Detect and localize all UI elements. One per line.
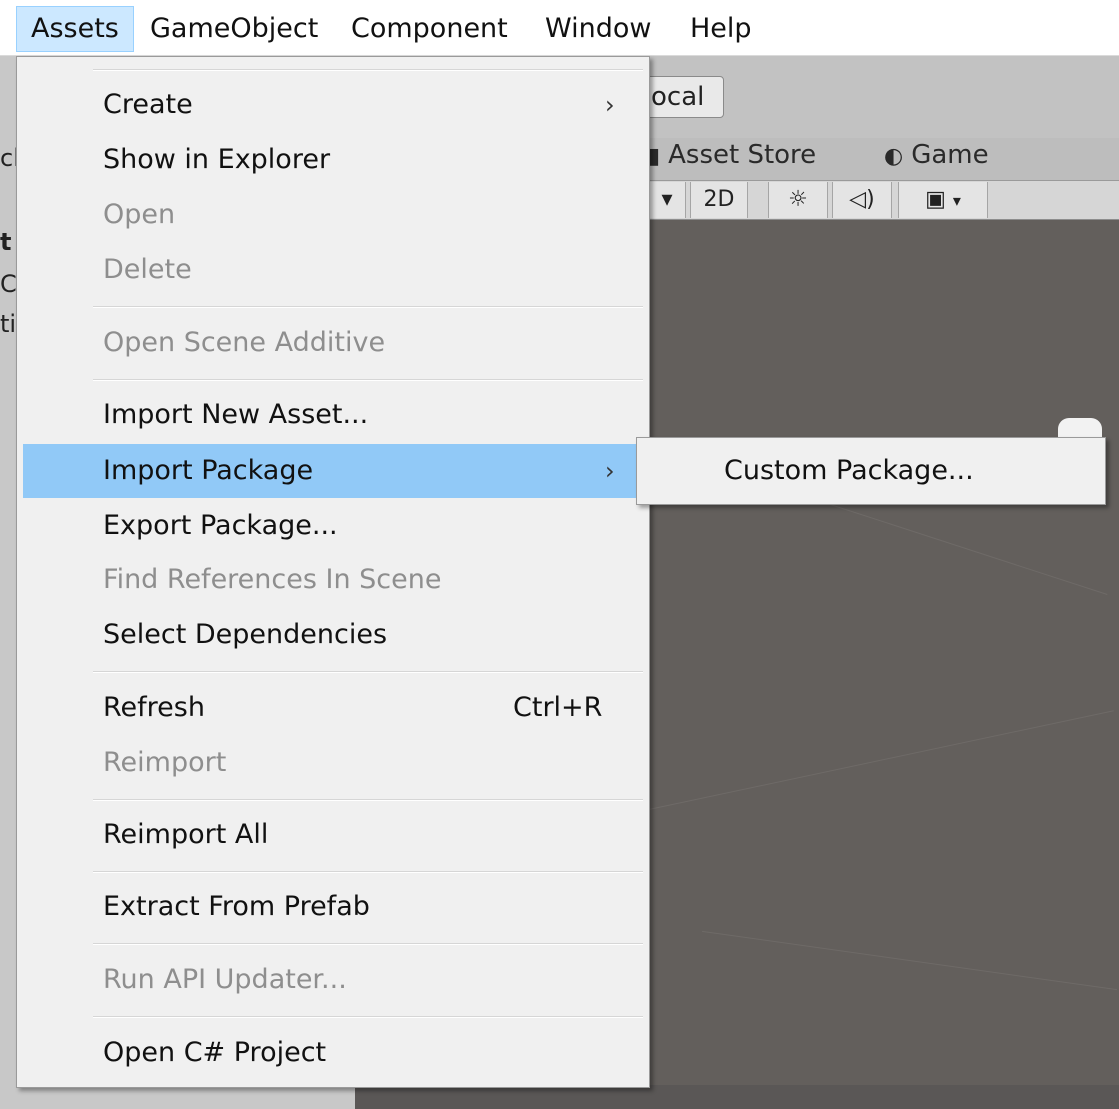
audio-toggle-button[interactable]: ◁) [832,182,892,218]
menu-item-open-csharp-project[interactable]: Open C# Project [23,1026,643,1080]
chevron-down-icon: ▾ [661,187,673,212]
menu-separator [93,943,643,945]
scene-bottom-edge [355,1085,1119,1109]
import-package-submenu: Custom Package... [636,437,1106,505]
menu-item-label: Reimport [103,747,227,778]
menu-separator [93,379,643,381]
menu-item-label: Reimport All [103,819,269,850]
menu-item-label: Export Package... [103,510,338,541]
menu-item-label: Extract From Prefab [103,891,370,922]
menu-separator [93,306,643,308]
left-panel-fragment: ti [0,310,17,338]
menu-item-reimport-all[interactable]: Reimport All [23,808,643,862]
shading-dropdown-button[interactable]: ▾ [648,182,686,218]
menu-separator [93,671,643,673]
menu-window[interactable]: Window [545,6,651,52]
menu-item-run-api-updater: Run API Updater... [23,953,643,1007]
menu-item-label: Import Package [103,455,314,486]
menu-separator [93,799,643,801]
assets-dropdown-menu: Create › Show in Explorer Open Delete Op… [16,56,650,1088]
effects-toggle-button[interactable]: ▣ ▾ [898,182,988,218]
menu-item-select-dependencies[interactable]: Select Dependencies [23,608,643,662]
tab-asset-store-label: Asset Store [668,140,817,170]
sun-icon: ☼ [788,187,808,212]
2d-toggle-label: 2D [703,187,735,212]
chevron-right-icon: › [605,91,615,119]
menu-help[interactable]: Help [690,6,752,52]
menu-separator [93,69,643,71]
menu-item-label: Open C# Project [103,1037,327,1068]
image-icon: ▣ [925,187,946,212]
menu-separator [93,1016,643,1018]
menu-item-export-package[interactable]: Export Package... [23,499,643,553]
tab-asset-store[interactable]: ▮ Asset Store [648,140,816,170]
tab-game-label: Game [911,140,989,170]
menu-item-label: Select Dependencies [103,619,388,650]
menu-item-shortcut: Ctrl+R [513,692,603,723]
menu-item-extract-from-prefab[interactable]: Extract From Prefab [23,880,643,934]
menu-item-label: Show in Explorer [103,144,331,175]
menu-item-label: Run API Updater... [103,964,347,995]
menu-item-label: Open [103,199,176,230]
menu-item-label: Find References In Scene [103,564,442,595]
menu-assets[interactable]: Assets [16,6,134,52]
menu-item-open-scene-additive: Open Scene Additive [23,316,643,370]
menu-item-import-new-asset[interactable]: Import New Asset... [23,388,643,442]
scene-view[interactable] [640,220,1119,1109]
chevron-down-icon: ▾ [952,191,961,210]
menu-item-refresh[interactable]: Refresh Ctrl+R [23,681,643,735]
menu-item-open: Open [23,188,643,242]
menu-component[interactable]: Component [351,6,508,52]
menu-bar: Assets GameObject Component Window Help [0,0,1119,56]
menu-separator [93,871,643,873]
left-panel-fragment: C [0,270,17,298]
menu-item-find-references: Find References In Scene [23,553,643,607]
pivot-local-button[interactable]: ocal [640,76,724,118]
tab-game[interactable]: ◐ Game [884,140,989,170]
local-button-label: ocal [651,82,705,112]
menu-item-label: Create [103,89,193,120]
game-controller-icon: ◐ [884,144,904,169]
menu-item-label: Import New Asset... [103,399,369,430]
lighting-toggle-button[interactable]: ☼ [768,182,828,218]
menu-item-custom-package[interactable]: Custom Package... [724,446,974,496]
menu-item-delete: Delete [23,243,643,297]
menu-item-create[interactable]: Create › [23,78,643,132]
2d-toggle-button[interactable]: 2D [690,182,748,218]
left-panel-fragment: t [0,228,12,256]
menu-item-show-in-explorer[interactable]: Show in Explorer [23,133,643,187]
menu-item-import-package[interactable]: Import Package › [23,444,643,498]
menu-gameobject[interactable]: GameObject [150,6,318,52]
chevron-right-icon: › [605,457,615,485]
menu-item-label: Delete [103,254,192,285]
menu-item-label: Refresh [103,692,205,723]
menu-item-reimport: Reimport [23,736,643,790]
speaker-icon: ◁) [849,187,875,212]
menu-item-label: Open Scene Additive [103,327,386,358]
